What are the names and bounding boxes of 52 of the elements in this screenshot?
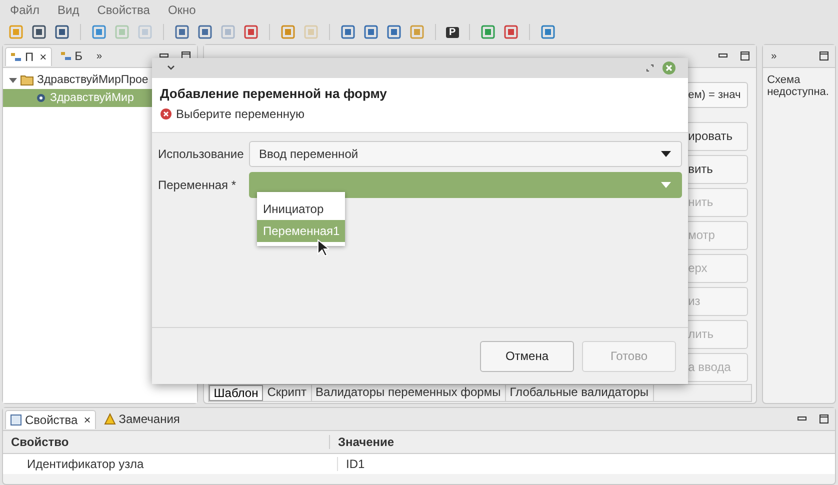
dropdown-field[interactable]: Ввод переменной [249,141,682,167]
field-label: Переменная * [158,178,237,192]
menu-item[interactable]: Вид [58,3,80,17]
dropdown-field[interactable] [249,172,682,198]
editor-tab[interactable]: Валидаторы переменных формы [312,385,506,401]
close-icon[interactable]: × [40,50,47,64]
tab-label[interactable]: Б [74,49,83,63]
close-icon[interactable] [662,61,676,75]
hierarchy-icon [60,50,72,62]
chevron-down-icon[interactable] [166,64,176,72]
editor-button[interactable]: ировать [686,122,748,151]
resize-icon[interactable] [646,64,654,72]
schema-message: Схема недоступна. [766,73,830,100]
error-icon [160,108,172,120]
editor-tab[interactable]: Глобальные валидаторы [506,385,654,401]
tab-label[interactable]: Замечания [118,412,180,426]
hierarchy-icon [10,50,22,62]
editor-tab[interactable]: Шаблон [208,385,264,401]
editor-button[interactable]: вить [686,155,748,184]
expand-arrow-icon[interactable] [9,76,17,84]
caret-icon [661,151,671,157]
panel-tab[interactable]: Б [56,47,87,65]
properties-icon [10,414,22,426]
dialog-button[interactable]: Отмена [480,340,574,372]
panel-tab[interactable]: Замечания [100,410,184,428]
menu-item[interactable]: Свойства [97,3,150,17]
menu-item[interactable]: Окно [168,3,196,17]
table-cell: Идентификатор узла [3,457,338,471]
warning-icon [104,413,116,425]
overflow-chevron[interactable]: » [90,50,108,62]
panel-tab[interactable]: Свойства × [5,410,96,428]
overflow-chevron[interactable]: » [765,50,783,62]
toolbar-button[interactable]: P [446,26,459,38]
column-header[interactable]: Значение [330,435,394,449]
caret-icon [661,182,671,188]
folder-icon [20,74,34,86]
tab-label[interactable]: П [25,50,34,64]
list-option[interactable]: Инициатор [257,198,345,220]
error-message: Выберите переменную [176,107,304,121]
column-header[interactable]: Свойство [3,435,330,449]
panel-tab[interactable]: П × [5,46,52,66]
tab-label[interactable]: Свойства [25,412,78,426]
condition-dropdown[interactable]: ем) = знач [686,82,748,108]
maximize-icon[interactable] [819,51,829,61]
close-icon[interactable]: × [84,412,91,426]
maximize-icon[interactable] [819,414,829,424]
tree-item[interactable]: ЗдравствуйМирПрое [3,71,197,89]
maximize-icon[interactable] [740,51,750,61]
table-cell-text: ID1 [345,457,365,471]
field-label: Использование [158,147,245,161]
editor-tab[interactable]: Скрипт [263,385,312,401]
menu-item[interactable]: Файл [10,3,40,17]
